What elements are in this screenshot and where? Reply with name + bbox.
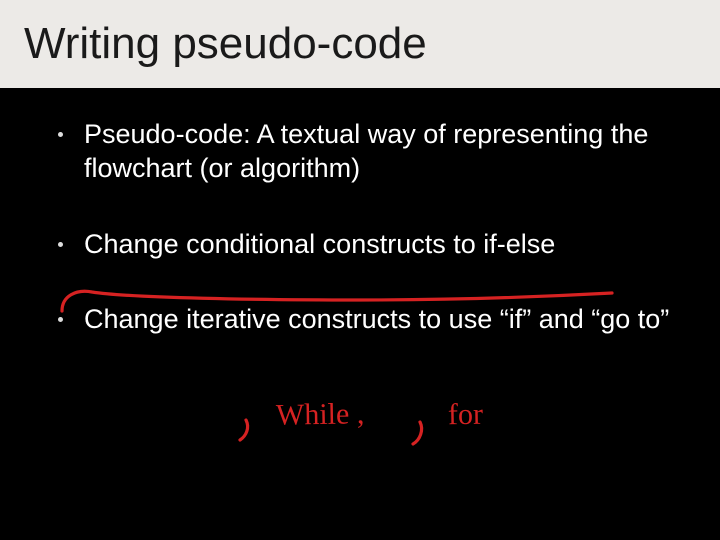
slide-body: Pseudo-code: A textual way of representi… (54, 118, 674, 379)
slide-title: Writing pseudo-code (24, 19, 427, 69)
comma2-stroke-icon (413, 422, 422, 444)
title-band: Writing pseudo-code (0, 0, 720, 88)
bullet-list: Pseudo-code: A textual way of representi… (54, 118, 674, 337)
bullet-item: Change iterative constructs to use “if” … (54, 303, 674, 337)
handwritten-while: While , (276, 397, 365, 433)
comma-stroke-icon (240, 420, 248, 440)
slide: Writing pseudo-code Pseudo-code: A textu… (0, 0, 720, 540)
bullet-item: Pseudo-code: A textual way of representi… (54, 118, 674, 186)
bullet-item: Change conditional constructs to if-else (54, 228, 674, 262)
handwritten-for: for (448, 398, 484, 433)
